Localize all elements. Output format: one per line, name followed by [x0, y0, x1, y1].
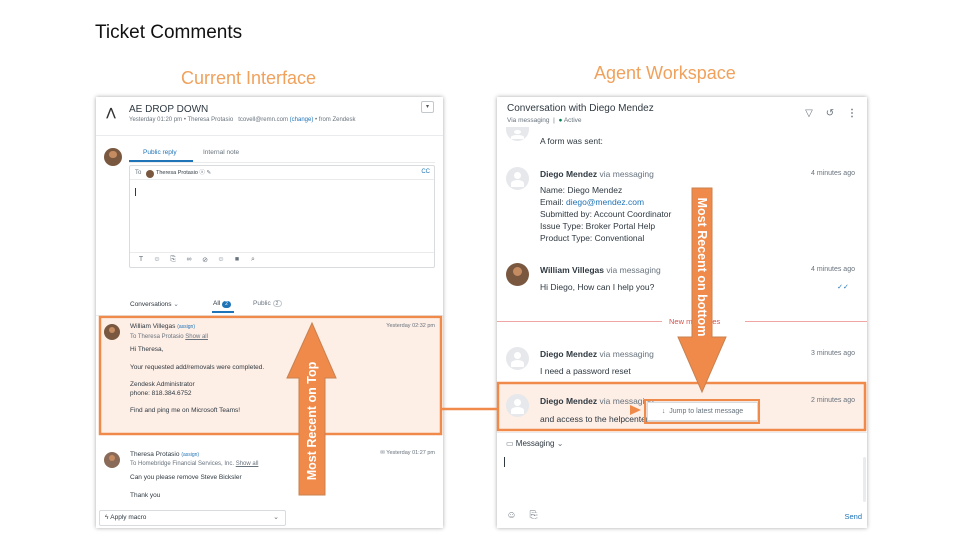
slide: Ticket Comments Current Interface Agent … [0, 0, 960, 540]
annotation-overlay [98, 187, 867, 496]
arrow-top-label: Most Recent on Top [305, 361, 319, 481]
connector-arrowhead [630, 405, 641, 415]
jump-highlight-box [644, 399, 760, 424]
current-highlight-box [98, 315, 443, 436]
arrow-bottom-label: Most Recent on bottom [695, 197, 709, 337]
